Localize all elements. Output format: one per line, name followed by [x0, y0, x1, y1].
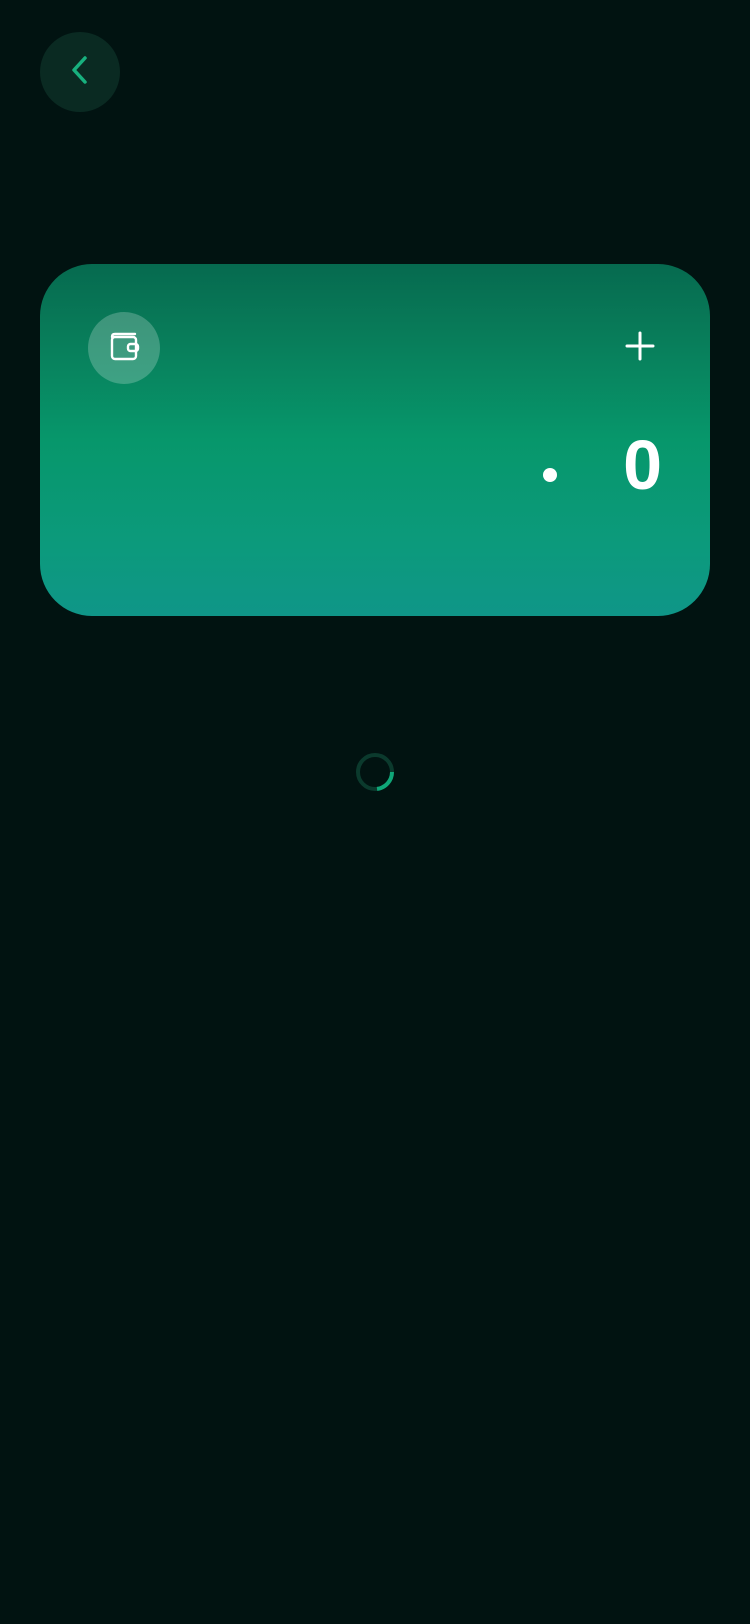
balance-value: 0	[623, 426, 662, 504]
wallet-button[interactable]	[88, 312, 160, 384]
back-button[interactable]	[40, 32, 120, 112]
loading-spinner-icon	[355, 752, 395, 792]
wallet-icon	[107, 329, 141, 368]
balance-dot	[543, 468, 558, 482]
plus-icon	[625, 331, 655, 366]
balance-display: 0	[543, 430, 662, 500]
chevron-left-icon	[68, 54, 92, 91]
add-button[interactable]	[618, 326, 662, 370]
wallet-card: 0	[40, 264, 710, 616]
